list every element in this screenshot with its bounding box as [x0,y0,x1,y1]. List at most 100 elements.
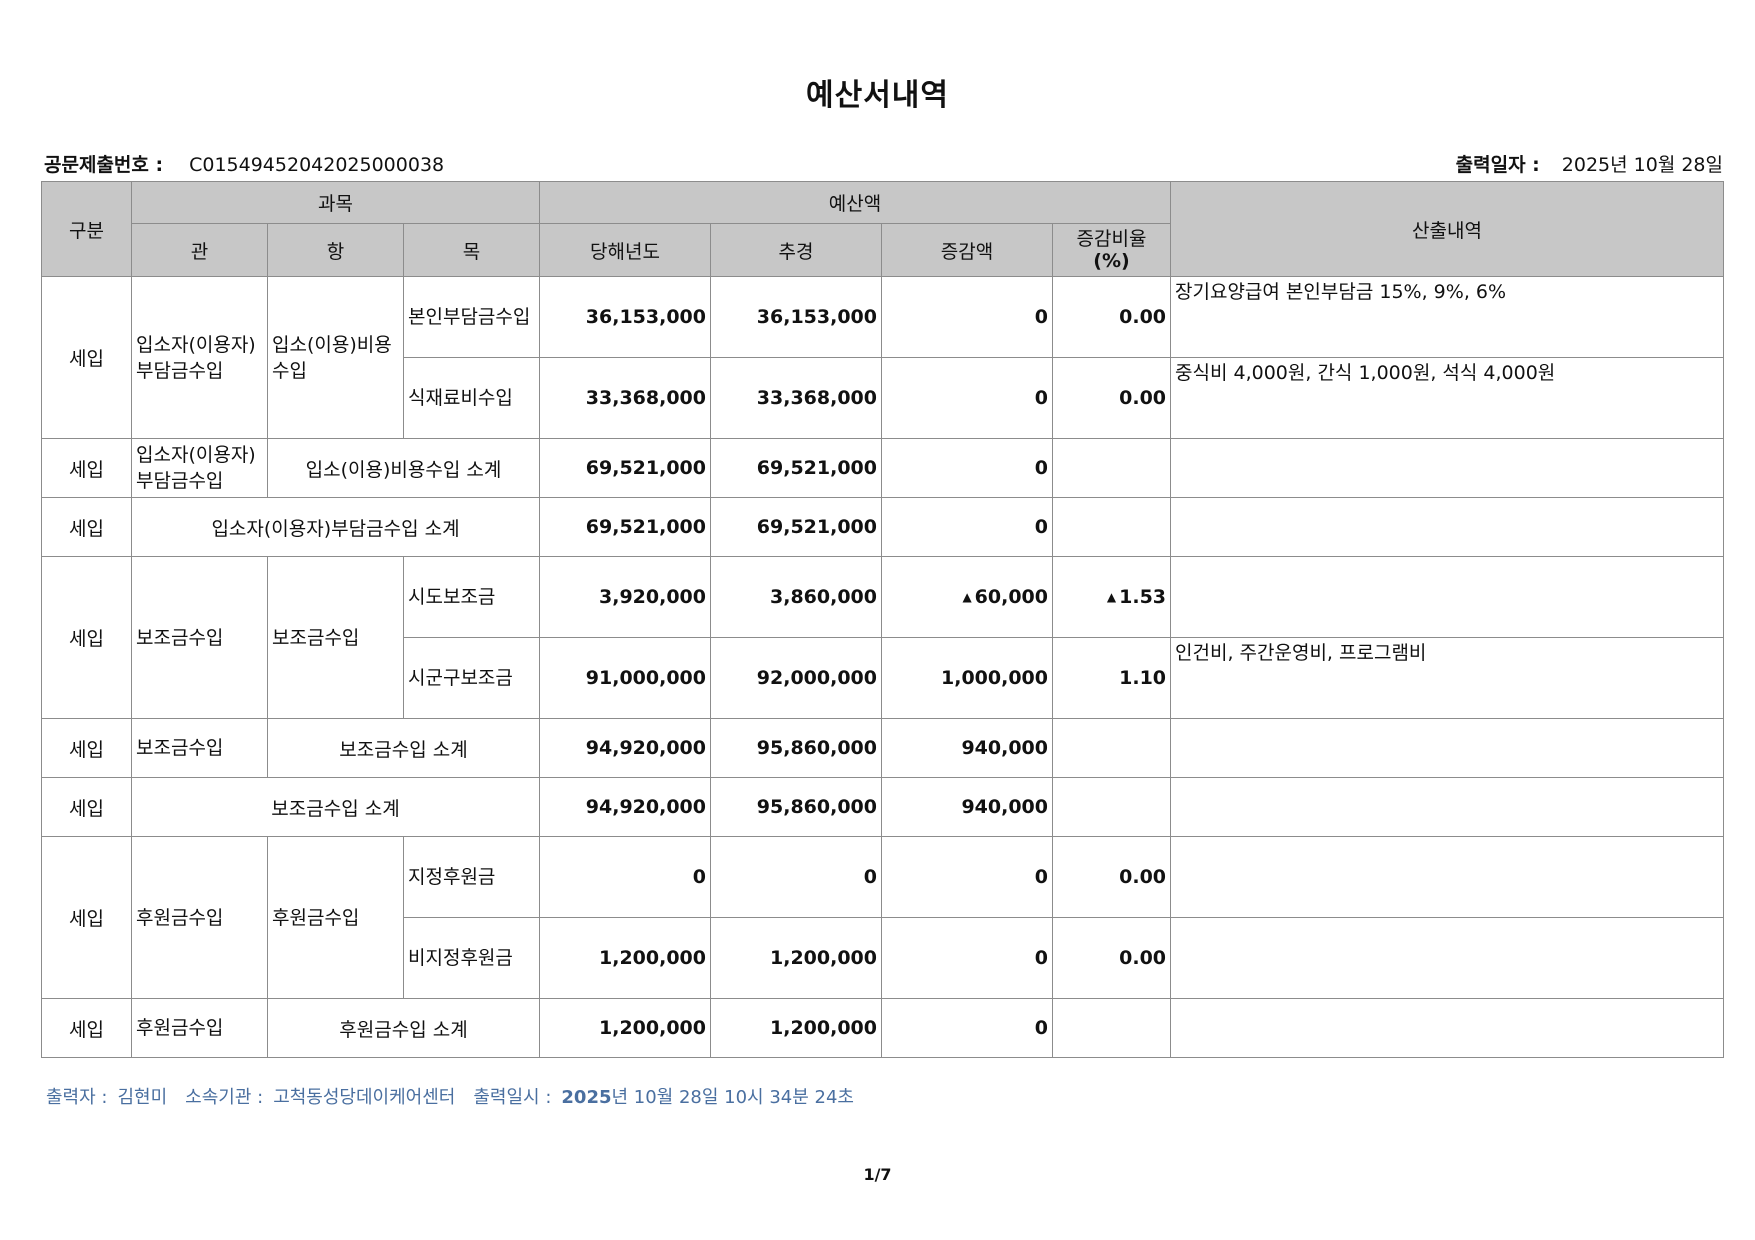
cell-change: 940,000 [881,718,1053,778]
cell-gwan: 보조금수입 [131,556,268,719]
cell-chugyeong: 95,860,000 [710,718,882,778]
cell-gubun: 세입 [41,777,132,837]
cell-ratio-empty [1051,998,1172,1058]
cell-mok: 비지정후원금 [403,917,540,999]
cell-gubun: 세입 [41,836,132,999]
cell-hang: 후원금수입 [267,836,404,999]
cell-change: 0 [881,497,1053,557]
print-date-label: 출력일자 : [1455,154,1540,176]
cell-desc [1170,836,1725,918]
cell-ratio-empty [1051,718,1172,778]
cell-gwan: 보조금수입 [131,718,268,778]
table-row-subtotal: 세입 보조금수입 소계 94,920,000 95,860,000 940,00… [41,777,1725,837]
table-row: 세입 후원금수입 후원금수입 지정후원금 0 0 0 0.00 [41,836,1725,999]
cell-ratio: 0.00 [1051,276,1172,358]
header-change-ratio-line2: (%) [1093,250,1130,272]
cell-current: 94,920,000 [539,777,711,837]
cell-gubun: 세입 [41,276,132,439]
cell-mok: 시군구보조금 [403,637,540,719]
cell-gwan: 입소자(이용자)부담금수입 [131,438,268,498]
cell-ratio-empty [1051,438,1172,498]
cell-change: 0 [881,998,1053,1058]
cell-subtotal-label: 보조금수입 소계 [267,718,540,778]
printer-name: 김현미 [117,1087,168,1108]
cell-current: 69,521,000 [539,497,711,557]
cell-mok: 지정후원금 [403,836,540,918]
decrease-triangle-icon: ▲ [1106,590,1117,604]
cell-current: 3,920,000 [539,556,711,638]
cell-ratio-empty [1051,777,1172,837]
cell-chugyeong: 0 [710,836,882,918]
budget-table: 구분 과목 예산액 산출내역 관 항 목 당해년도 추경 증감액 증감비율 (%… [41,181,1725,1058]
cell-chugyeong: 1,200,000 [710,917,882,999]
cell-chugyeong: 1,200,000 [710,998,882,1058]
cell-change: ▲ 60,000 [881,556,1053,638]
doc-number-value: C01549452042025000038 [189,154,445,176]
cell-desc [1170,556,1725,638]
org-label: 소속기관 : [185,1087,264,1108]
cell-subtotal-label: 입소(이용)비용수입 소계 [267,438,540,498]
cell-current: 33,368,000 [539,357,711,439]
table-row: 세입 보조금수입 보조금수입 시도보조금 3,920,000 3,860,000… [41,556,1725,719]
cell-subtotal-label: 후원금수입 소계 [267,998,540,1058]
printer-label: 출력자 : [46,1087,108,1108]
datetime-label: 출력일시 : [473,1087,552,1108]
cell-ratio: 0.00 [1051,836,1172,918]
header-current-year: 당해년도 [539,223,711,277]
header-gwamok: 과목 [131,181,540,224]
cell-chugyeong: 3,860,000 [710,556,882,638]
cell-current: 94,920,000 [539,718,711,778]
cell-gwan: 후원금수입 [131,998,268,1058]
cell-gubun: 세입 [41,497,132,557]
cell-change-value: 60,000 [974,586,1048,608]
header-change-ratio-line1: 증감비율 [1076,228,1147,250]
cell-desc-empty [1170,497,1725,557]
cell-current: 69,521,000 [539,438,711,498]
cell-desc: 인건비, 주간운영비, 프로그램비 [1170,637,1725,719]
table-row-subtotal: 세입 입소자(이용자)부담금수입 소계 69,521,000 69,521,00… [41,497,1725,557]
decrease-triangle-icon: ▲ [962,590,972,604]
cell-ratio: 0.00 [1051,357,1172,439]
header-calculation: 산출내역 [1170,181,1725,277]
header-hang: 항 [267,223,404,277]
cell-mok: 시도보조금 [403,556,540,638]
cell-change: 1,000,000 [881,637,1053,719]
print-date-row: 출력일자 : 2025년 10월 28일 [1456,150,1723,177]
cell-subtotal-label: 보조금수입 소계 [131,777,540,837]
datetime-rest: 년 10월 28일 10시 34분 24초 [611,1087,855,1108]
cell-desc-empty [1170,998,1725,1058]
cell-hang: 입소(이용)비용수입 [267,276,404,439]
doc-number-row: 공문제출번호 : C01549452042025000038 [44,150,444,177]
cell-change: 0 [881,276,1053,358]
cell-desc-empty [1170,438,1725,498]
page-title: 예산서내역 [806,78,949,113]
cell-gubun: 세입 [41,556,132,719]
cell-hang: 보조금수입 [267,556,404,719]
page-number: 1/7 [863,1165,892,1184]
cell-ratio: ▲ 1.53 [1051,556,1172,638]
datetime-year: 2025 [561,1087,612,1108]
cell-gubun: 세입 [41,718,132,778]
cell-change: 940,000 [881,777,1053,837]
header-budget: 예산액 [538,181,1172,224]
header-mok: 목 [403,223,540,277]
cell-ratio: 1.10 [1051,637,1172,719]
cell-current: 36,153,000 [539,276,711,358]
print-footer: 출력자 : 김현미 소속기관 : 고척동성당데이케어센터 출력일시 : 2025년 10월… [46,1083,864,1109]
cell-current: 91,000,000 [539,637,711,719]
header-gubun: 구분 [41,181,132,277]
cell-chugyeong: 36,153,000 [710,276,882,358]
cell-ratio: 0.00 [1051,917,1172,999]
cell-gwan: 후원금수입 [131,836,268,999]
table-row-subtotal: 세입 보조금수입 보조금수입 소계 94,920,000 95,860,000 … [41,718,1725,778]
cell-ratio-value: 1.53 [1119,586,1167,608]
table-row-subtotal: 세입 입소자(이용자)부담금수입 입소(이용)비용수입 소계 69,521,00… [41,438,1725,498]
cell-gubun: 세입 [41,438,132,498]
table-row: 세입 입소자(이용자)부담금수입 입소(이용)비용수입 본인부담금수입 36,1… [41,276,1725,439]
cell-chugyeong: 95,860,000 [710,777,882,837]
cell-desc-empty [1170,777,1725,837]
cell-change: 0 [881,357,1053,439]
cell-chugyeong: 69,521,000 [710,438,882,498]
cell-chugyeong: 33,368,000 [710,357,882,439]
cell-subtotal-label: 입소자(이용자)부담금수입 소계 [131,497,540,557]
